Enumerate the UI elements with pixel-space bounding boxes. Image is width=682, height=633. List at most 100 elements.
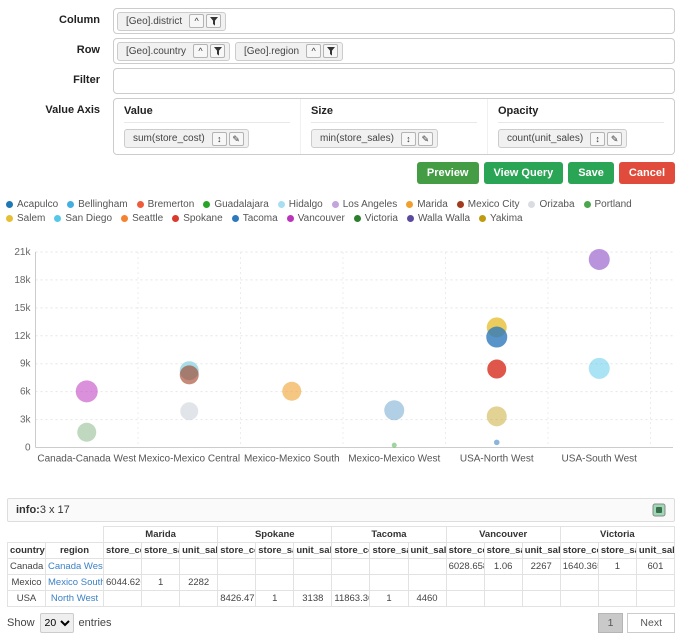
filter-button[interactable] xyxy=(210,44,225,58)
sort-caret-button[interactable]: ^ xyxy=(189,14,204,28)
bubble-victoria[interactable] xyxy=(77,423,96,442)
legend-dot-icon xyxy=(354,215,361,222)
legend-item-san-diego[interactable]: San Diego xyxy=(54,212,112,225)
region-link[interactable]: North West xyxy=(51,593,98,604)
measure-chip[interactable]: sum(store_cost) ↕ ✎ xyxy=(124,129,249,148)
measure-chip[interactable]: count(unit_sales) ↕ ✎ xyxy=(498,129,627,148)
legend-dot-icon xyxy=(6,215,13,222)
edit-measure-button[interactable]: ✎ xyxy=(418,132,433,146)
field-chip[interactable]: [Geo].region ^ xyxy=(235,42,343,61)
form-row-label: Row xyxy=(0,38,113,56)
legend-dot-icon xyxy=(407,215,414,222)
field-chip-label: [Geo].district xyxy=(126,16,182,27)
save-button[interactable]: Save xyxy=(568,162,614,184)
value-cell xyxy=(370,575,408,591)
action-bar: PreviewView QuerySaveCancel xyxy=(0,162,682,184)
legend-item-label: Tacoma xyxy=(243,212,278,225)
entries-select[interactable]: 20 xyxy=(40,613,74,633)
legend-item-salem[interactable]: Salem xyxy=(6,212,45,225)
bubble-guadalajara[interactable] xyxy=(392,443,397,448)
legend-item-walla-walla[interactable]: Walla Walla xyxy=(407,212,470,225)
value-cell: 2282 xyxy=(180,575,218,591)
column-header: country xyxy=(8,543,46,559)
edit-measure-button[interactable]: ✎ xyxy=(229,132,244,146)
filter-field[interactable] xyxy=(113,68,675,94)
bubble-vancouver[interactable] xyxy=(76,380,98,402)
sort-updown-button[interactable]: ↕ xyxy=(401,132,416,146)
region-link[interactable]: Mexico South xyxy=(48,577,104,588)
view-query-button[interactable]: View Query xyxy=(484,162,564,184)
value-cell xyxy=(104,591,142,607)
edit-measure-button[interactable]: ✎ xyxy=(607,132,622,146)
bubble-mexico-city[interactable] xyxy=(180,365,199,384)
legend-dot-icon xyxy=(278,201,285,208)
legend-item-spokane[interactable]: Spokane xyxy=(172,212,222,225)
measure-chip-label: count(unit_sales) xyxy=(507,133,583,144)
sort-updown-button[interactable]: ↕ xyxy=(590,132,605,146)
value-axis-column-header: Opacity xyxy=(498,102,664,123)
value-cell xyxy=(636,575,674,591)
legend-item-guadalajara[interactable]: Guadalajara xyxy=(203,198,268,211)
legend-item-bremerton[interactable]: Bremerton xyxy=(137,198,195,211)
legend-item-label: Mexico City xyxy=(468,198,520,211)
legend-item-mexico-city[interactable]: Mexico City xyxy=(457,198,520,211)
y-tick-label: 6k xyxy=(20,387,32,398)
bubble-yakima[interactable] xyxy=(487,406,507,426)
value-cell xyxy=(446,575,484,591)
legend-item-tacoma[interactable]: Tacoma xyxy=(232,212,278,225)
filter-button[interactable] xyxy=(206,14,221,28)
region-link[interactable]: Canada West xyxy=(48,561,104,572)
bubble-tacoma[interactable] xyxy=(486,327,507,348)
bubble-marida[interactable] xyxy=(282,382,301,401)
sort-updown-button[interactable]: ↕ xyxy=(212,132,227,146)
value-axis-row: Value Axis Value sum(store_cost) ↕ ✎ Siz… xyxy=(0,98,675,155)
next-page-button[interactable]: Next xyxy=(627,613,675,633)
legend-dot-icon xyxy=(457,201,464,208)
bubble-orizaba[interactable] xyxy=(180,402,198,420)
legend-item-los-angeles[interactable]: Los Angeles xyxy=(332,198,398,211)
cancel-button[interactable]: Cancel xyxy=(619,162,675,184)
category-label: USA-North West xyxy=(460,454,534,465)
export-icon[interactable] xyxy=(652,503,666,517)
legend-dot-icon xyxy=(67,201,74,208)
value-cell xyxy=(294,559,332,575)
legend-dot-icon xyxy=(232,215,239,222)
legend-item-yakima[interactable]: Yakima xyxy=(479,212,523,225)
legend-item-hidalgo[interactable]: Hidalgo xyxy=(278,198,323,211)
region-cell: Canada West xyxy=(46,559,104,575)
bubble-bellingham[interactable] xyxy=(494,440,500,446)
legend-item-marida[interactable]: Marida xyxy=(406,198,448,211)
bubble-san-diego[interactable] xyxy=(589,358,610,379)
info-bar: info: 3 x 17 xyxy=(7,498,675,522)
measure-chip[interactable]: min(store_sales) ↕ ✎ xyxy=(311,129,438,148)
legend-item-victoria[interactable]: Victoria xyxy=(354,212,398,225)
value-cell xyxy=(446,591,484,607)
row-field[interactable]: [Geo].country ^ [Geo].region ^ xyxy=(113,38,675,64)
table-row: CanadaCanada West6028.65821.0622671640.3… xyxy=(8,559,675,575)
sort-caret-button[interactable]: ^ xyxy=(306,44,321,58)
bubble-acapulco[interactable] xyxy=(384,400,404,420)
preview-button[interactable]: Preview xyxy=(417,162,479,184)
value-cell xyxy=(522,575,560,591)
field-chip[interactable]: [Geo].country ^ xyxy=(117,42,230,61)
field-chip[interactable]: [Geo].district ^ xyxy=(117,12,226,31)
page-1-button[interactable]: 1 xyxy=(598,613,624,633)
legend-item-portland[interactable]: Portland xyxy=(584,198,632,211)
bubble-spokane[interactable] xyxy=(487,360,506,379)
column-header: store_sales xyxy=(142,543,180,559)
filter-button[interactable] xyxy=(323,44,338,58)
value-cell xyxy=(180,591,218,607)
legend-item-acapulco[interactable]: Acapulco xyxy=(6,198,58,211)
value-cell xyxy=(636,591,674,607)
legend-item-seattle[interactable]: Seattle xyxy=(121,212,163,225)
sort-caret-button[interactable]: ^ xyxy=(193,44,208,58)
legend-item-vancouver[interactable]: Vancouver xyxy=(287,212,345,225)
value-cell: 6028.6582 xyxy=(446,559,484,575)
column-header: unit_sales xyxy=(522,543,560,559)
value-cell: 1 xyxy=(256,591,294,607)
value-axis-label: Value Axis xyxy=(0,98,113,116)
legend-item-orizaba[interactable]: Orizaba xyxy=(528,198,574,211)
bubble-los-angeles[interactable] xyxy=(589,249,610,270)
column-field[interactable]: [Geo].district ^ xyxy=(113,8,675,34)
legend-item-bellingham[interactable]: Bellingham xyxy=(67,198,127,211)
